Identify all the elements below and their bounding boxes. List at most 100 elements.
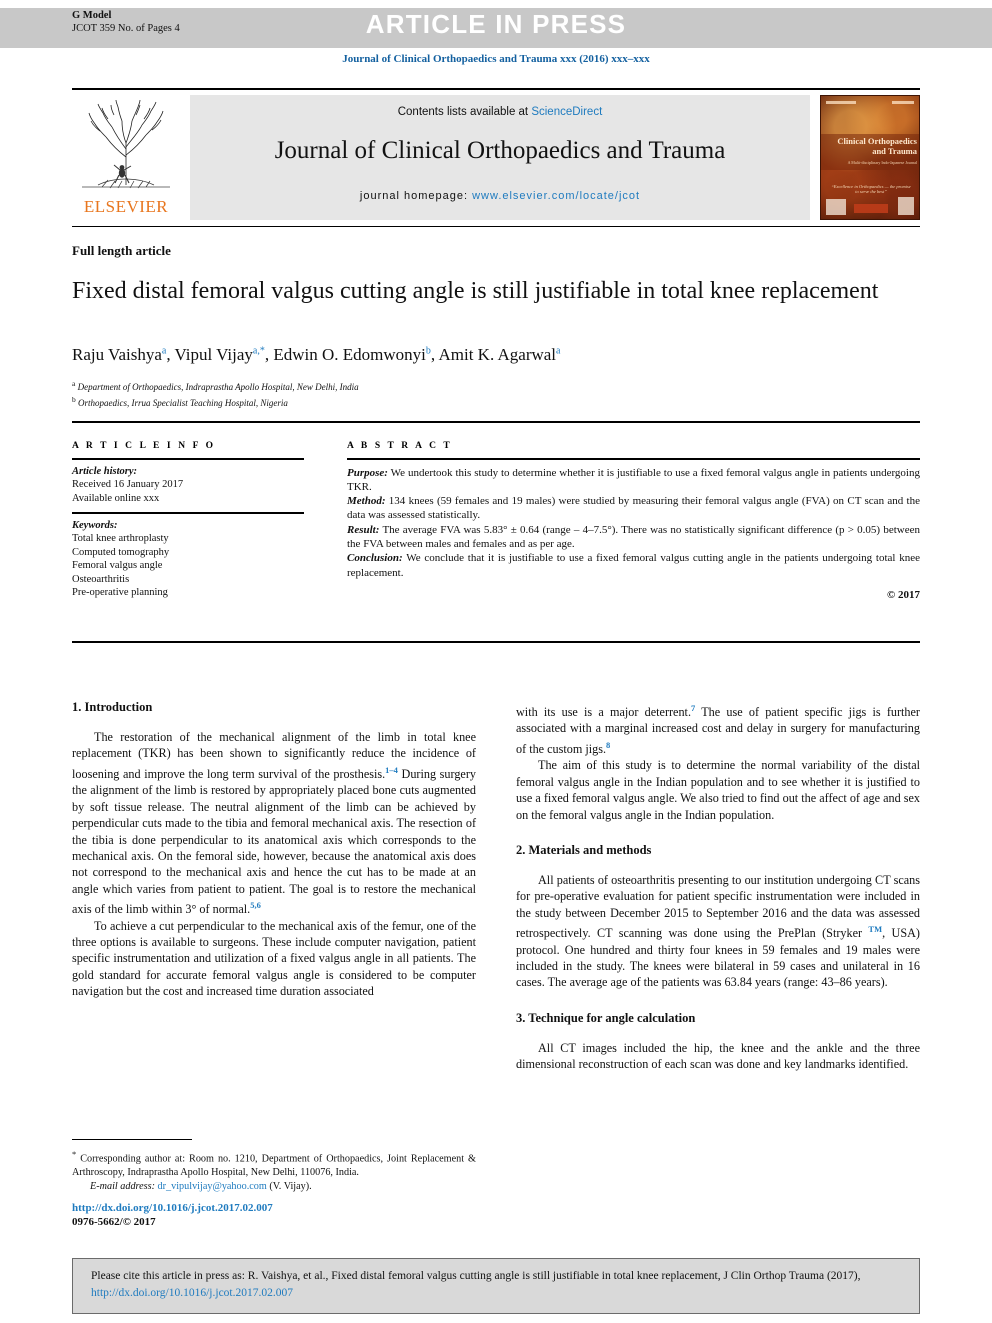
abstract-conclusion: Conclusion: We conclude that it is justi… <box>347 551 920 580</box>
citation-box: Please cite this article in press as: R.… <box>72 1258 920 1314</box>
article-page: ARTICLE IN PRESS G Model JCOT 359 No. of… <box>0 0 992 1323</box>
keyword-item: Total knee arthroplasty <box>72 533 169 544</box>
cover-footer-left-logo <box>826 199 846 215</box>
paragraph-intro-3: with its use is a major deterrent.7 The … <box>516 700 920 757</box>
info-bottom-rule <box>72 641 920 643</box>
keyword-item: Osteoarthritis <box>72 573 130 585</box>
para1-part-b: During surgery the alignment of the limb… <box>72 766 476 917</box>
abstract-conclusion-text: We conclude that it is justifiable to us… <box>347 552 920 579</box>
journal-cover-thumbnail: Clinical Orthopaedics and Trauma A Multi… <box>820 95 920 220</box>
article-info-heading: A R T I C L E I N F O <box>72 441 216 451</box>
abstract-result-label: Result: <box>347 523 380 536</box>
cover-footer-center-badge <box>854 204 888 213</box>
email-suffix: (V. Vijay). <box>266 1180 312 1192</box>
cover-footer-right-logo <box>898 197 914 215</box>
abstract-purpose: Purpose: We undertook this study to dete… <box>347 466 920 495</box>
email-label: E-mail address: <box>90 1180 155 1192</box>
cover-subtitle-text: A Multi-disciplinary Indo-Japanese Journ… <box>847 160 917 165</box>
abstract-method: Method: 134 knees (59 females and 19 mal… <box>347 494 920 523</box>
abstract-body: Purpose: We undertook this study to dete… <box>347 466 920 603</box>
contents-prefix: Contents lists available at <box>397 106 532 118</box>
keywords-block: Keywords: Total knee arthroplasty Comput… <box>72 519 304 600</box>
elsevier-logo: ELSEVIER <box>72 95 180 220</box>
abstract-purpose-label: Purpose: <box>347 466 388 479</box>
paragraph-intro-2: To achieve a cut perpendicular to the me… <box>72 918 476 999</box>
journal-homepage-link[interactable]: www.elsevier.com/locate/jcot <box>472 190 640 202</box>
keywords-label: Keywords: <box>72 519 118 531</box>
journal-title: Journal of Clinical Orthopaedics and Tra… <box>274 137 726 164</box>
footnote-separator-rule <box>72 1139 192 1140</box>
corresponding-author-text: Corresponding author at: Room no. 1210, … <box>72 1153 476 1178</box>
masthead-center-panel: Contents lists available at ScienceDirec… <box>190 95 810 220</box>
para3-part-a: with its use is a major deterrent. <box>516 705 691 720</box>
abstract-conclusion-label: Conclusion: <box>347 552 403 565</box>
paragraph-methods: All patients of osteoarthritis presentin… <box>516 872 920 991</box>
abstract-copyright: © 2017 <box>887 588 920 601</box>
affiliation-a-text: Department of Orthopaedics, Indraprastha… <box>77 382 359 392</box>
citation-ref-5-6[interactable]: 5,6 <box>250 900 261 910</box>
doi-link[interactable]: http://dx.doi.org/10.1016/j.jcot.2017.02… <box>72 1201 476 1215</box>
citation-doi-link[interactable]: http://dx.doi.org/10.1016/j.jcot.2017.02… <box>91 1287 293 1299</box>
article-info-column: A R T I C L E I N F O Article history: R… <box>72 441 304 600</box>
g-model-block: G Model JCOT 359 No. of Pages 4 <box>72 10 180 35</box>
abstract-purpose-text: We undertook this study to determine whe… <box>347 466 920 493</box>
masthead-bottom-rule <box>72 226 920 227</box>
homepage-label: journal homepage: <box>359 190 473 202</box>
g-model-line2: JCOT 359 No. of Pages 4 <box>72 22 180 34</box>
article-info-rule-1 <box>72 458 304 460</box>
info-top-rule <box>72 421 920 423</box>
paragraph-aim: The aim of this study is to determine th… <box>516 758 920 822</box>
email-link[interactable]: dr_vipulvijay@yahoo.com <box>158 1181 267 1192</box>
author-list: Raju Vaishyaa, Vipul Vijaya,*, Edwin O. … <box>72 345 561 364</box>
sciencedirect-link[interactable]: ScienceDirect <box>531 106 602 118</box>
keyword-item: Computed tomography <box>72 546 170 558</box>
abstract-column: A B S T R A C T Purpose: We undertook th… <box>347 441 920 602</box>
masthead: ELSEVIER Contents lists available at Sci… <box>72 95 920 220</box>
heading-materials-and-methods: 2. Materials and methods <box>516 842 652 857</box>
masthead-top-rule <box>72 88 920 90</box>
contents-available-line: Contents lists available at ScienceDirec… <box>190 106 810 118</box>
citation-text-before: Please cite this article in press as: R.… <box>91 1270 861 1282</box>
cover-title-text: Clinical Orthopaedics and Trauma <box>837 136 917 156</box>
paragraph-technique: All CT images included the hip, the knee… <box>516 1040 920 1072</box>
abstract-method-text: 134 knees (59 females and 19 males) were… <box>347 495 920 522</box>
cover-quote-text: “Excellence in Orthopaedics — the promis… <box>831 184 911 194</box>
affiliations: a Department of Orthopaedics, Indraprast… <box>72 378 672 409</box>
abstract-method-label: Method: <box>347 495 386 508</box>
article-type-label: Full length article <box>72 243 171 258</box>
trademark-symbol: TM <box>868 924 883 935</box>
article-title: Fixed distal femoral valgus cutting angl… <box>72 278 879 304</box>
doi-block: http://dx.doi.org/10.1016/j.jcot.2017.02… <box>72 1201 476 1229</box>
body-column-right: with its use is a major deterrent.7 The … <box>516 700 920 1073</box>
abstract-heading: A B S T R A C T <box>347 441 453 451</box>
article-history-block: Article history: Received 16 January 201… <box>72 465 304 506</box>
elsevier-tree-icon <box>82 99 170 189</box>
footnotes-block: * Corresponding author at: Room no. 1210… <box>72 1148 476 1193</box>
issn-copyright: 0976-5662/© 2017 <box>72 1216 156 1228</box>
body-column-left: 1. Introduction The restoration of the m… <box>72 700 476 1000</box>
corresponding-author-note: * Corresponding author at: Room no. 1210… <box>72 1148 476 1180</box>
heading-introduction: 1. Introduction <box>72 700 153 714</box>
journal-homepage-line: journal homepage: www.elsevier.com/locat… <box>190 190 810 202</box>
article-info-rule-2 <box>72 512 304 514</box>
affiliation-b: b Orthopaedics, Irrua Specialist Teachin… <box>72 394 288 408</box>
keyword-item: Pre-operative planning <box>72 587 168 598</box>
elsevier-wordmark: ELSEVIER <box>83 197 169 216</box>
affiliation-b-text: Orthopaedics, Irrua Specialist Teaching … <box>78 397 288 408</box>
citation-text: Please cite this article in press as: R.… <box>91 1268 903 1302</box>
abstract-rule <box>347 458 920 460</box>
paragraph-intro-1: The restoration of the mechanical alignm… <box>72 729 476 918</box>
article-history-label: Article history: <box>72 465 138 477</box>
para5-part-a: All patients of osteoarthritis presentin… <box>516 872 920 941</box>
abstract-result-text: The average FVA was 5.83° ± 0.64 (range … <box>347 523 920 550</box>
email-note: E-mail address: dr_vipulvijay@yahoo.com … <box>72 1180 476 1194</box>
abstract-result: Result: The average FVA was 5.83° ± 0.64… <box>347 523 920 552</box>
cover-top-strip <box>826 101 914 105</box>
article-received-date: Received 16 January 2017 <box>72 479 184 490</box>
g-model-line1: G Model <box>72 10 112 21</box>
heading-technique: 3. Technique for angle calculation <box>516 1010 696 1025</box>
article-available-online: Available online xxx <box>72 492 160 504</box>
citation-ref-8[interactable]: 8 <box>606 740 610 750</box>
citation-ref-1-4[interactable]: 1–4 <box>385 765 398 775</box>
journal-running-head: Journal of Clinical Orthopaedics and Tra… <box>342 53 650 65</box>
